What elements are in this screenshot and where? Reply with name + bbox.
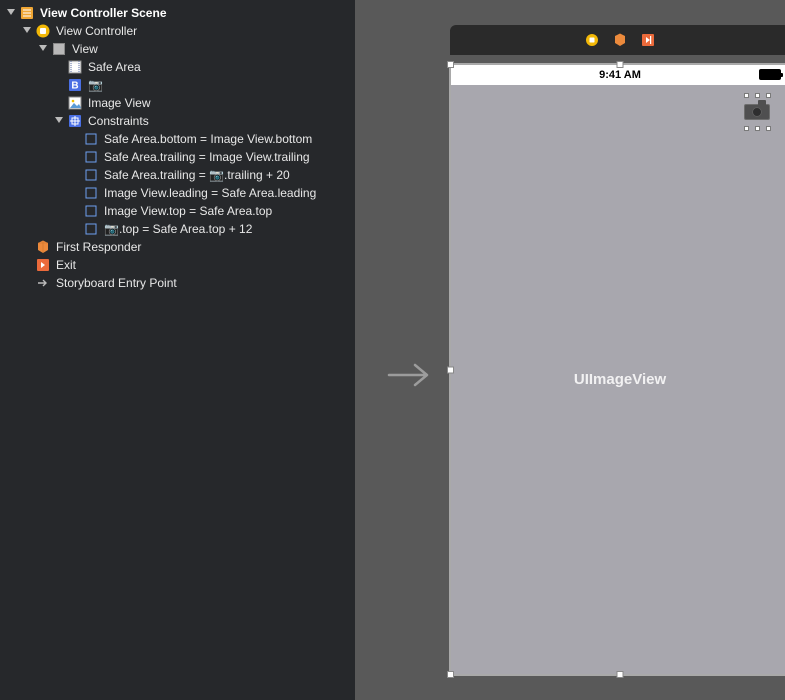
outline-constraints-row[interactable]: Constraints [0,112,355,130]
constraint-icon [84,204,98,218]
outline-label: Image View [88,94,150,112]
selection-handles-row [742,93,772,98]
camera-icon [744,104,770,120]
outline-label: 📷 [88,76,103,94]
outline-safearea-row[interactable]: Safe Area [0,58,355,76]
scene-dock-toolbar[interactable] [450,25,785,55]
safe-area-icon [68,60,82,74]
outline-scene-row[interactable]: View Controller Scene [0,4,355,22]
status-bar: 9:41 AM [451,65,785,85]
resize-handle[interactable] [447,366,454,373]
outline-vc-row[interactable]: View Controller [0,22,355,40]
outline-label: Image View.leading = Safe Area.leading [104,184,316,202]
constraint-icon [84,168,98,182]
outline-label: Storyboard Entry Point [56,274,177,292]
outline-imageview-row[interactable]: Image View [0,94,355,112]
outline-label: Safe Area.bottom = Image View.bottom [104,130,312,148]
resize-handle[interactable] [447,61,454,68]
scene-icon [20,6,34,20]
outline-constraint-row[interactable]: Safe Area.bottom = Image View.bottom [0,130,355,148]
outline-constraint-row[interactable]: Image View.leading = Safe Area.leading [0,184,355,202]
resize-handle[interactable] [447,671,454,678]
outline-entry-point-row[interactable]: Storyboard Entry Point [0,274,355,292]
device-preview[interactable]: 9:41 AM UIImageView [449,63,785,676]
constraints-group-icon [68,114,82,128]
outline-label: View Controller Scene [40,4,167,22]
outline-constraint-row[interactable]: Safe Area.trailing = Image View.trailing [0,148,355,166]
disclosure-triangle[interactable] [22,26,32,36]
imageview-placeholder-label: UIImageView [574,371,666,388]
disclosure-triangle[interactable] [38,44,48,54]
battery-icon [759,69,781,80]
outline-label: Constraints [88,112,149,130]
first-responder-dock-icon[interactable] [613,33,627,47]
outline-label: Safe Area.trailing = Image View.trailing [104,148,310,166]
image-view-icon [68,96,82,110]
camera-button-item[interactable] [742,91,772,133]
outline-label: View Controller [56,22,137,40]
button-icon: B [68,78,82,92]
disclosure-triangle[interactable] [6,8,16,18]
storyboard-entry-arrow-icon[interactable] [387,361,432,392]
outline-label: First Responder [56,238,141,256]
outline-label: Exit [56,256,76,274]
exit-icon [36,258,50,272]
selection-handles-row [742,126,772,131]
uiimageview-placeholder[interactable]: UIImageView [451,85,785,674]
view-icon [52,42,66,56]
view-controller-dock-icon[interactable] [585,33,599,47]
outline-label: Safe Area [88,58,141,76]
outline-label: View [72,40,98,58]
exit-dock-icon[interactable] [641,33,655,47]
interface-builder-canvas[interactable]: 9:41 AM UIImageView [355,0,785,700]
scene-dock [450,25,785,55]
outline-constraint-row[interactable]: Image View.top = Safe Area.top [0,202,355,220]
view-controller-icon [36,24,50,38]
outline-label: 📷.top = Safe Area.top + 12 [104,220,252,238]
constraint-icon [84,150,98,164]
svg-text:B: B [71,81,78,92]
outline-constraint-row[interactable]: Safe Area.trailing = 📷.trailing + 20 [0,166,355,184]
outline-label: Image View.top = Safe Area.top [104,202,272,220]
document-outline: View Controller Scene View Controller Vi… [0,0,355,700]
entry-point-icon [36,276,50,290]
resize-handle[interactable] [617,61,624,68]
constraint-icon [84,222,98,236]
outline-exit-row[interactable]: Exit [0,256,355,274]
status-time: 9:41 AM [599,69,641,81]
disclosure-triangle[interactable] [54,116,64,126]
outline-label: Safe Area.trailing = 📷.trailing + 20 [104,166,290,184]
first-responder-icon [36,240,50,254]
outline-first-responder-row[interactable]: First Responder [0,238,355,256]
outline-view-row[interactable]: View [0,40,355,58]
outline-button-row[interactable]: B 📷 [0,76,355,94]
constraint-icon [84,186,98,200]
outline-constraint-row[interactable]: 📷.top = Safe Area.top + 12 [0,220,355,238]
constraint-icon [84,132,98,146]
resize-handle[interactable] [617,671,624,678]
